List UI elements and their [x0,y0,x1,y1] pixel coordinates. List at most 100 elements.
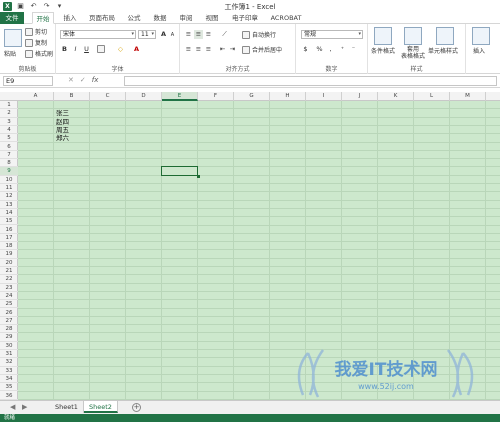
row-header[interactable]: 13 [0,201,18,209]
font-color-button[interactable]: A [132,45,141,54]
row-header[interactable]: 35 [0,383,18,392]
name-box[interactable]: E9 [3,76,53,86]
row-header[interactable]: 17 [0,234,18,243]
column-header[interactable]: L [414,92,450,101]
row-header[interactable]: 28 [0,325,18,334]
shrink-font-button[interactable]: A [168,31,177,40]
row-header[interactable]: 4 [0,126,18,135]
prev-sheet-icon[interactable]: ◀ [10,403,15,411]
row-header[interactable]: 16 [0,226,18,234]
cell-b4[interactable]: 周五 [56,126,69,134]
row-header[interactable]: 25 [0,300,18,309]
cell-b2[interactable]: 张三 [56,109,69,117]
cell-styles-label[interactable]: 单元格样式 [428,46,458,55]
row-header[interactable]: 22 [0,275,18,284]
increase-indent-icon[interactable]: ⇥ [228,45,237,54]
next-sheet-icon[interactable]: ▶ [22,403,27,411]
row-header[interactable]: 3 [0,118,18,126]
font-size-combo[interactable]: 11 ▾ [138,30,156,39]
percent-button[interactable]: % [315,45,324,54]
row-header[interactable]: 19 [0,250,18,259]
merge-center-button[interactable]: 合并后居中 [242,45,282,54]
insert-function-icon[interactable]: fx [92,76,99,86]
grow-font-button[interactable]: A [159,30,168,39]
align-left-icon[interactable]: ≡ [184,45,193,54]
row-header[interactable]: 10 [0,176,18,184]
cancel-icon[interactable]: ✕ [68,76,74,86]
row-header[interactable]: 31 [0,350,18,359]
column-header[interactable]: K [378,92,414,101]
bold-button[interactable]: B [60,45,69,54]
comma-button[interactable]: , [326,45,335,54]
tab-home[interactable]: 开始 [32,12,54,24]
align-middle-icon[interactable]: ≡ [194,30,203,39]
enter-icon[interactable]: ✓ [80,76,86,86]
column-header[interactable]: E [162,92,198,101]
format-table-icon[interactable] [404,27,422,45]
orientation-icon[interactable]: ⟋ [220,30,229,39]
column-header[interactable]: C [90,92,126,101]
increase-decimal-icon[interactable]: ⁺ [338,45,347,54]
tab-page-layout[interactable]: 页面布局 [86,12,118,24]
column-header[interactable]: B [54,92,90,101]
column-header[interactable]: M [450,92,486,101]
row-header[interactable]: 12 [0,192,18,201]
add-sheet-button[interactable]: + [132,403,141,412]
currency-icon[interactable]: $ [301,45,310,54]
tab-acrobat[interactable]: ACROBAT [268,12,304,24]
font-name-combo[interactable]: 宋体 ▾ [60,30,136,39]
worksheet-grid[interactable]: ABCDEFGHIJKLM 1 2 3 4 5 6 7 8 9 10 11 12 13 14 15 16 17 1… [0,92,500,400]
row-header[interactable]: 30 [0,342,18,350]
cell-styles-icon[interactable] [436,27,454,45]
row-header[interactable]: 20 [0,259,18,267]
cut-button[interactable]: 剪切 [25,27,47,36]
row-header[interactable]: 2 [0,109,18,118]
conditional-format-icon[interactable] [374,27,392,45]
tab-view[interactable]: 视图 [202,12,222,24]
active-cell[interactable] [161,166,200,179]
underline-button[interactable]: U [82,45,91,54]
tab-insert[interactable]: 插入 [60,12,80,24]
decrease-indent-icon[interactable]: ⇤ [218,45,227,54]
conditional-format-label[interactable]: 条件格式 [371,46,395,55]
row-header[interactable]: 7 [0,151,18,160]
align-top-icon[interactable]: ≡ [184,30,193,39]
insert-cells-label[interactable]: 插入 [473,46,485,55]
column-header[interactable]: A [18,92,54,101]
column-header[interactable]: H [270,92,306,101]
format-painter-button[interactable]: 格式刷 [25,49,53,58]
row-header[interactable]: 29 [0,333,18,342]
align-bottom-icon[interactable]: ≡ [204,30,213,39]
border-button[interactable] [96,45,105,54]
row-header[interactable]: 14 [0,209,18,218]
row-header[interactable]: 11 [0,184,18,193]
row-header[interactable]: 6 [0,143,18,151]
tab-data[interactable]: 数据 [150,12,170,24]
row-header[interactable]: 9 [0,167,18,176]
number-format-combo[interactable]: 常规 ▾ [301,30,363,39]
row-header[interactable]: 21 [0,267,18,276]
column-header[interactable]: D [126,92,162,101]
wrap-text-button[interactable]: 自动换行 [242,30,276,39]
tab-e-seal[interactable]: 电子印章 [228,12,262,24]
paste-icon[interactable] [4,29,22,47]
column-header[interactable]: J [342,92,378,101]
formula-input[interactable] [124,76,497,86]
row-header[interactable]: 23 [0,284,18,292]
column-header[interactable]: G [234,92,270,101]
fill-color-button[interactable]: ◇ [116,45,125,54]
cell-b5[interactable]: 郑六 [56,134,69,142]
paste-label[interactable]: 粘贴 [4,49,16,58]
row-header[interactable]: 34 [0,375,18,384]
row-header[interactable]: 33 [0,367,18,375]
row-header[interactable]: 24 [0,292,18,301]
tab-file[interactable]: 文件 [0,12,24,24]
row-header[interactable]: 1 [0,101,18,110]
column-header[interactable]: F [198,92,234,101]
row-header[interactable]: 36 [0,392,18,400]
align-right-icon[interactable]: ≡ [204,45,213,54]
row-header[interactable]: 27 [0,317,18,326]
row-header[interactable]: 32 [0,358,18,367]
tab-review[interactable]: 审阅 [176,12,196,24]
row-header[interactable]: 15 [0,217,18,226]
